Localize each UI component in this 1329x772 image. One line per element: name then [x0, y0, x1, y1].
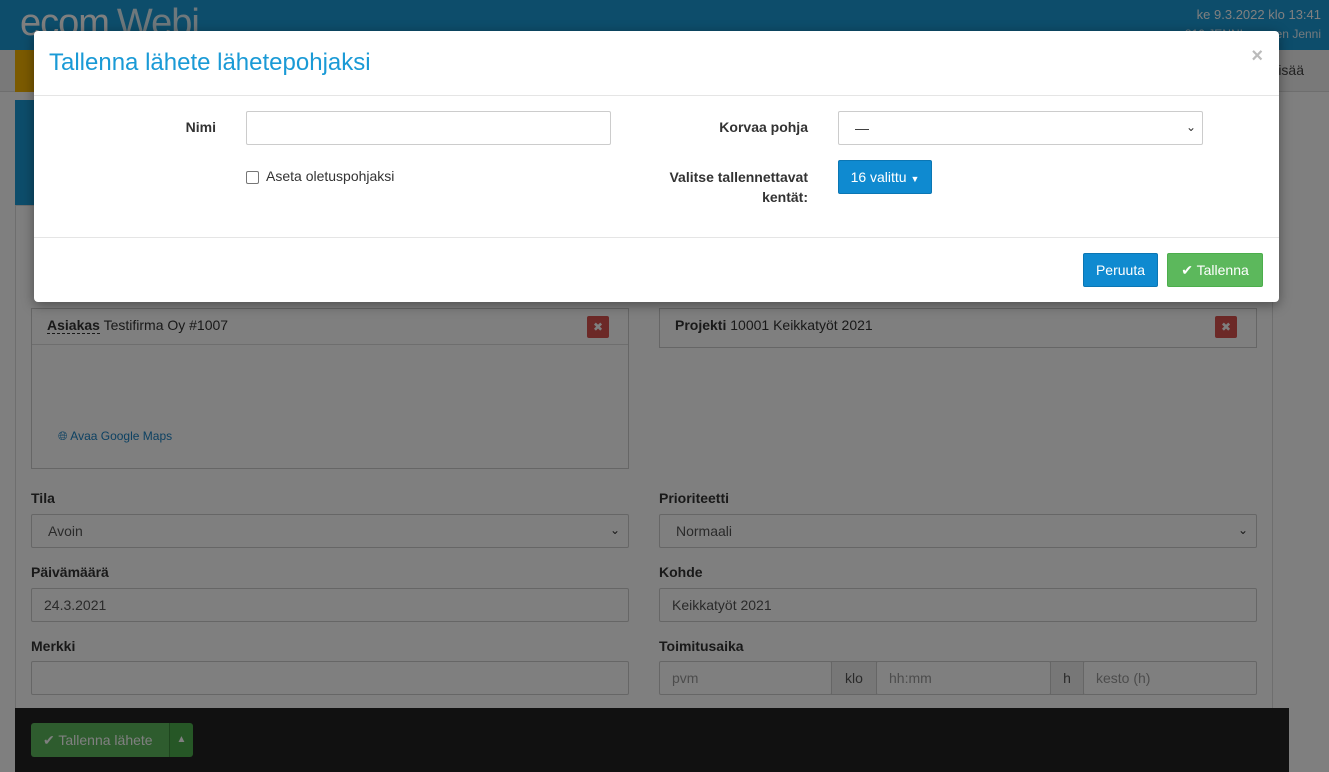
template-name-input[interactable] — [246, 111, 611, 145]
set-default-label[interactable]: Aseta oletuspohjaksi — [266, 168, 394, 184]
check-icon: ✔ — [1181, 262, 1193, 278]
chevron-down-icon: ⌄ — [1185, 120, 1196, 134]
replace-template-label: Korvaa pohja — [719, 119, 808, 135]
template-name-label: Nimi — [185, 119, 216, 135]
close-icon[interactable]: × — [1251, 45, 1263, 68]
select-fields-dropdown-button[interactable]: 16 valittu ▼ — [838, 160, 932, 194]
modal-title: Tallenna lähete lähetepohjaksi — [49, 49, 371, 76]
caret-down-icon: ▼ — [910, 174, 920, 184]
replace-template-select[interactable]: — ⌄ — [838, 111, 1203, 145]
modal-header: Tallenna lähete lähetepohjaksi × — [34, 31, 1279, 96]
save-template-modal: Tallenna lähete lähetepohjaksi × Nimi As… — [34, 31, 1279, 302]
save-template-button[interactable]: ✔ Tallenna — [1167, 253, 1263, 287]
modal-footer: Peruuta ✔ Tallenna — [34, 237, 1279, 302]
cancel-button[interactable]: Peruuta — [1083, 253, 1158, 287]
select-fields-label: Valitse tallennettavat kentät: — [669, 169, 808, 205]
set-default-checkbox[interactable] — [246, 171, 259, 184]
